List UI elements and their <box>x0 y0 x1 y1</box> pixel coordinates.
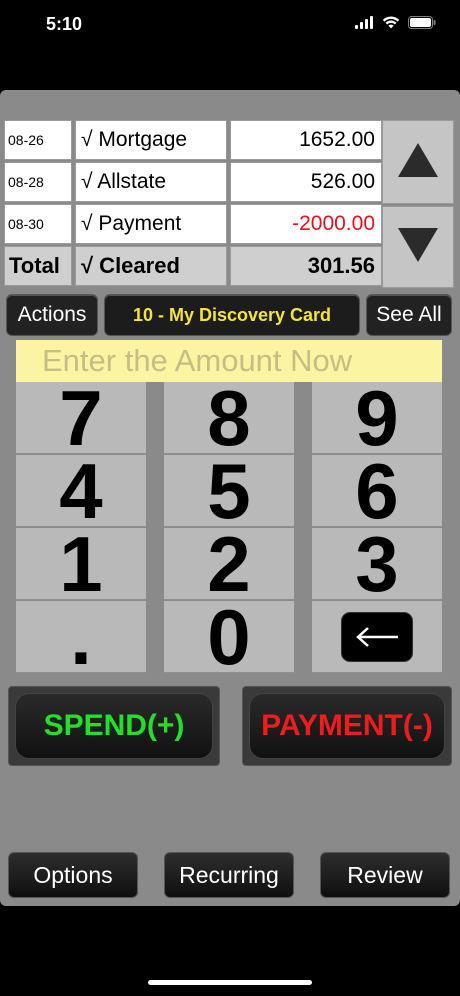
key-4[interactable]: 4 <box>16 452 146 530</box>
key-6[interactable]: 6 <box>312 452 442 530</box>
review-button[interactable]: Review <box>320 852 450 898</box>
payment-button[interactable]: PAYMENT(-) <box>249 693 445 759</box>
key-1[interactable]: 1 <box>16 525 146 603</box>
key-5[interactable]: 5 <box>164 452 294 530</box>
battery-icon <box>408 16 436 34</box>
actions-label: Actions <box>17 303 87 326</box>
home-indicator[interactable] <box>148 980 312 985</box>
row-amount: 1652.00 <box>230 120 382 160</box>
spend-button-frame: SPEND(+) <box>8 686 220 766</box>
scroll-up-button[interactable] <box>382 120 454 204</box>
app-panel: 08-26 √ Mortgage 1652.00 08-28 √ Allstat… <box>0 90 460 906</box>
total-amount: 301.56 <box>230 246 382 286</box>
key-9[interactable]: 9 <box>312 379 442 457</box>
row-description: √ Payment <box>75 204 227 244</box>
actions-button[interactable]: Actions <box>6 294 98 336</box>
status-bar: 5:10 <box>0 0 460 52</box>
account-selector-button[interactable]: 10 - My Discovery Card <box>104 294 360 336</box>
status-icons <box>355 16 436 34</box>
account-label: 10 - My Discovery Card <box>132 304 332 325</box>
row-date: 08-26 <box>4 120 72 160</box>
options-button[interactable]: Options <box>8 852 138 898</box>
key-7[interactable]: 7 <box>16 379 146 457</box>
row-description: √ Allstate <box>75 162 227 202</box>
spend-button[interactable]: SPEND(+) <box>15 693 213 759</box>
key-2[interactable]: 2 <box>164 525 294 603</box>
backspace-icon <box>341 611 413 662</box>
key-0[interactable]: 0 <box>164 598 294 676</box>
see-all-button[interactable]: See All <box>366 294 452 336</box>
triangle-up-icon <box>398 142 438 182</box>
recurring-button[interactable]: Recurring <box>164 852 294 898</box>
row-date: 08-28 <box>4 162 72 202</box>
scroll-down-button[interactable] <box>382 206 454 288</box>
key-decimal[interactable]: . <box>16 598 146 676</box>
status-time: 5:10 <box>46 14 83 34</box>
total-status: √ Cleared <box>75 246 227 286</box>
key-3[interactable]: 3 <box>312 525 442 603</box>
see-all-label: See All <box>376 303 442 326</box>
key-8[interactable]: 8 <box>164 379 294 457</box>
backspace-key[interactable] <box>312 601 442 673</box>
signal-icon <box>355 16 374 34</box>
payment-button-frame: PAYMENT(-) <box>242 686 452 766</box>
wifi-icon <box>382 16 400 34</box>
row-amount: 526.00 <box>230 162 382 202</box>
row-amount: -2000.00 <box>230 204 382 244</box>
triangle-down-icon <box>398 227 438 267</box>
total-label: Total <box>4 246 72 286</box>
row-date: 08-30 <box>4 204 72 244</box>
row-description: √ Mortgage <box>75 120 227 160</box>
